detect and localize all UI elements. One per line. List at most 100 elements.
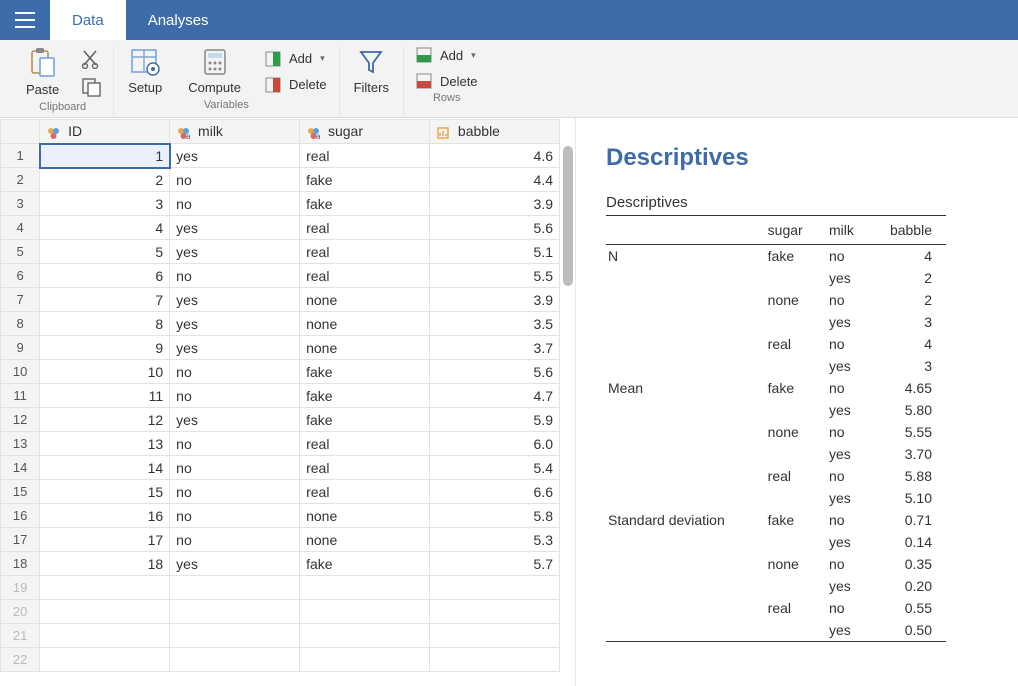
cell[interactable] (170, 576, 300, 600)
col-header-sugar[interactable]: a sugar (300, 120, 430, 144)
cell[interactable]: no (170, 504, 300, 528)
table-row[interactable]: 33nofake3.9 (1, 192, 560, 216)
cell[interactable]: 5.9 (430, 408, 560, 432)
cell[interactable]: yes (170, 312, 300, 336)
cell[interactable]: real (300, 264, 430, 288)
table-row[interactable]: 88yesnone3.5 (1, 312, 560, 336)
cell[interactable]: yes (170, 288, 300, 312)
row-number[interactable]: 5 (1, 240, 40, 264)
corner-cell[interactable] (1, 120, 40, 144)
cell[interactable]: fake (300, 552, 430, 576)
cell[interactable]: 10 (40, 360, 170, 384)
col-header-babble[interactable]: babble (430, 120, 560, 144)
cell[interactable]: 6 (40, 264, 170, 288)
cell[interactable]: yes (170, 144, 300, 168)
cell[interactable]: none (300, 288, 430, 312)
paste-button[interactable]: Paste (22, 46, 63, 99)
cell[interactable]: 5 (40, 240, 170, 264)
cell[interactable]: no (170, 456, 300, 480)
row-number[interactable]: 12 (1, 408, 40, 432)
cell[interactable] (40, 624, 170, 648)
copy-icon[interactable] (81, 77, 103, 97)
cell[interactable] (300, 600, 430, 624)
cell[interactable]: none (300, 312, 430, 336)
table-row[interactable]: 66noreal5.5 (1, 264, 560, 288)
row-number[interactable]: 10 (1, 360, 40, 384)
cell[interactable]: 5.7 (430, 552, 560, 576)
cell[interactable]: real (300, 432, 430, 456)
cell[interactable] (40, 648, 170, 672)
delete-variable-button[interactable]: Delete (263, 76, 329, 94)
cell[interactable]: 3.9 (430, 288, 560, 312)
row-number[interactable]: 11 (1, 384, 40, 408)
cell[interactable]: 5.8 (430, 504, 560, 528)
cell[interactable]: no (170, 432, 300, 456)
cell[interactable]: 11 (40, 384, 170, 408)
table-row[interactable]: 44yesreal5.6 (1, 216, 560, 240)
cell[interactable]: fake (300, 360, 430, 384)
cell[interactable]: 9 (40, 336, 170, 360)
cell[interactable]: 13 (40, 432, 170, 456)
cell[interactable]: 3.5 (430, 312, 560, 336)
table-row[interactable]: 22nofake4.4 (1, 168, 560, 192)
cell[interactable]: 5.6 (430, 360, 560, 384)
data-sheet[interactable]: ID a milk a sugar babble 11y (0, 119, 560, 672)
cell[interactable] (430, 624, 560, 648)
table-row[interactable]: 21 (1, 624, 560, 648)
row-number[interactable]: 16 (1, 504, 40, 528)
row-number[interactable]: 7 (1, 288, 40, 312)
cell[interactable]: 6.0 (430, 432, 560, 456)
cell[interactable] (300, 648, 430, 672)
cell[interactable]: real (300, 216, 430, 240)
cell[interactable]: real (300, 144, 430, 168)
table-row[interactable]: 22 (1, 648, 560, 672)
cell[interactable] (430, 600, 560, 624)
cell[interactable]: 5.5 (430, 264, 560, 288)
cell[interactable] (40, 576, 170, 600)
row-number[interactable]: 4 (1, 216, 40, 240)
cell[interactable]: 6.6 (430, 480, 560, 504)
row-number[interactable]: 1 (1, 144, 40, 168)
cell[interactable]: 14 (40, 456, 170, 480)
cell[interactable] (40, 600, 170, 624)
cell[interactable]: 5.3 (430, 528, 560, 552)
hamburger-menu[interactable] (0, 0, 50, 40)
table-row[interactable]: 1818yesfake5.7 (1, 552, 560, 576)
cell[interactable]: yes (170, 552, 300, 576)
cell[interactable]: 15 (40, 480, 170, 504)
cell[interactable]: none (300, 504, 430, 528)
cell[interactable]: yes (170, 408, 300, 432)
cell[interactable]: fake (300, 384, 430, 408)
filters-button[interactable]: Filters (350, 46, 393, 97)
cell[interactable]: 5.4 (430, 456, 560, 480)
cell[interactable]: 8 (40, 312, 170, 336)
row-number[interactable]: 13 (1, 432, 40, 456)
row-number[interactable]: 20 (1, 600, 40, 624)
cell[interactable]: 3 (40, 192, 170, 216)
row-number[interactable]: 8 (1, 312, 40, 336)
cell[interactable]: 12 (40, 408, 170, 432)
table-row[interactable]: 20 (1, 600, 560, 624)
table-row[interactable]: 11yesreal4.6 (1, 144, 560, 168)
cell[interactable]: 4.7 (430, 384, 560, 408)
cut-icon[interactable] (81, 49, 103, 69)
cell[interactable]: 4 (40, 216, 170, 240)
cell[interactable]: 16 (40, 504, 170, 528)
compute-button[interactable]: Compute (184, 46, 245, 97)
row-number[interactable]: 15 (1, 480, 40, 504)
cell[interactable]: none (300, 336, 430, 360)
cell[interactable] (170, 648, 300, 672)
table-row[interactable]: 1515noreal6.6 (1, 480, 560, 504)
cell[interactable]: fake (300, 192, 430, 216)
cell[interactable]: yes (170, 240, 300, 264)
row-number[interactable]: 17 (1, 528, 40, 552)
cell[interactable]: no (170, 264, 300, 288)
table-row[interactable]: 99yesnone3.7 (1, 336, 560, 360)
cell[interactable]: no (170, 168, 300, 192)
cell[interactable]: 4.4 (430, 168, 560, 192)
cell[interactable]: no (170, 192, 300, 216)
cell[interactable]: yes (170, 336, 300, 360)
cell[interactable]: 7 (40, 288, 170, 312)
row-number[interactable]: 19 (1, 576, 40, 600)
row-number[interactable]: 2 (1, 168, 40, 192)
